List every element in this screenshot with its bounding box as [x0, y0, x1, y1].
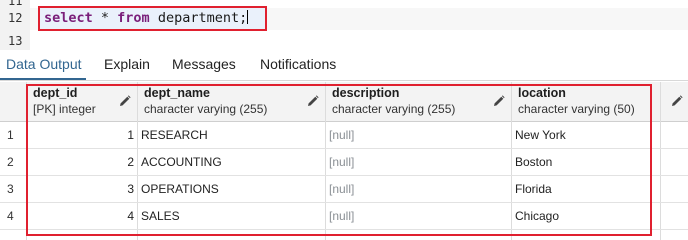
line-number-gutter: 11 12 13 [0, 0, 30, 50]
cell-location[interactable]: Chicago [515, 209, 559, 223]
row-divider [0, 202, 688, 203]
pencil-edit-icon[interactable] [493, 95, 505, 107]
column-type: character varying (255) [144, 102, 268, 116]
sql-keyword-from: from [117, 10, 150, 26]
cell-location[interactable]: Boston [515, 155, 552, 169]
sql-editor[interactable]: 11 12 13 select * from department; [0, 0, 688, 50]
row-divider [0, 148, 688, 149]
output-tabs: Data Output Explain Messages Notificatio… [0, 50, 688, 81]
active-tab-indicator [0, 78, 86, 80]
cell-description[interactable]: [null] [329, 155, 354, 169]
pencil-edit-icon[interactable] [307, 95, 319, 107]
column-name: description [332, 86, 400, 100]
column-divider [137, 82, 138, 240]
line-number: 13 [8, 34, 23, 48]
cell-dept-name[interactable]: OPERATIONS [141, 182, 219, 196]
row-divider [0, 229, 688, 230]
cell-dept-id[interactable]: 2 [30, 155, 134, 169]
row-number: 1 [7, 128, 14, 142]
sql-table-name: department; [149, 10, 248, 26]
column-header-description[interactable]: description character varying (255) [332, 86, 455, 117]
cell-location[interactable]: Florida [515, 182, 552, 196]
cell-dept-name[interactable]: RESEARCH [141, 128, 208, 142]
column-header-dept-id[interactable]: dept_id [PK] integer [33, 86, 96, 117]
tab-messages[interactable]: Messages [172, 56, 236, 72]
column-name: dept_name [144, 86, 210, 100]
cell-dept-id[interactable]: 1 [30, 128, 134, 142]
row-number: 2 [7, 155, 14, 169]
column-type: character varying (50) [518, 102, 635, 116]
column-divider [325, 82, 326, 240]
column-name: location [518, 86, 566, 100]
line-number: 11 [8, 0, 23, 8]
cell-dept-id[interactable]: 4 [30, 209, 134, 223]
tab-explain[interactable]: Explain [104, 56, 150, 72]
tab-data-output[interactable]: Data Output [6, 56, 82, 72]
pencil-edit-icon[interactable] [119, 95, 131, 107]
column-name: dept_id [33, 86, 78, 100]
cell-description[interactable]: [null] [329, 209, 354, 223]
data-grid: dept_id [PK] integer dept_name character… [0, 82, 688, 240]
row-number: 3 [7, 182, 14, 196]
cell-location[interactable]: New York [515, 128, 566, 142]
text-cursor [247, 10, 249, 24]
row-number: 4 [7, 209, 14, 223]
column-divider [660, 82, 661, 240]
column-header-location[interactable]: location character varying (50) [518, 86, 635, 117]
tab-notifications[interactable]: Notifications [260, 56, 336, 72]
cell-dept-name[interactable]: ACCOUNTING [141, 155, 222, 169]
sql-keyword-select: select [44, 10, 93, 26]
column-divider [26, 82, 27, 240]
cell-dept-name[interactable]: SALES [141, 209, 180, 223]
column-header-dept-name[interactable]: dept_name character varying (255) [144, 86, 267, 117]
pencil-edit-icon[interactable] [671, 95, 683, 107]
cell-description[interactable]: [null] [329, 182, 354, 196]
column-type: [PK] integer [33, 102, 96, 116]
sql-query-line[interactable]: select * from department; [44, 10, 249, 26]
line-number: 12 [8, 11, 23, 25]
column-type: character varying (255) [332, 102, 456, 116]
column-divider [511, 82, 512, 240]
sql-star: * [92, 10, 118, 26]
cell-dept-id[interactable]: 3 [30, 182, 134, 196]
row-divider [0, 175, 688, 176]
cell-description[interactable]: [null] [329, 128, 354, 142]
